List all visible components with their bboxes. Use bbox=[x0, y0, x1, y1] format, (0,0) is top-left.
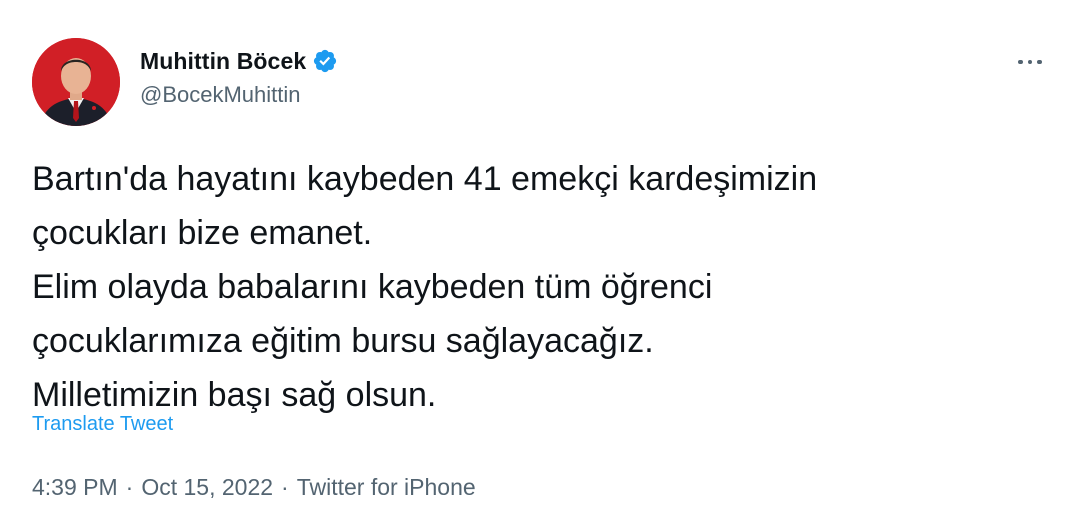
tweet-text: Bartın'da hayatını kaybeden 41 emekçi ka… bbox=[32, 160, 818, 414]
meta-separator: · bbox=[125, 474, 134, 500]
tweet-card: Muhittin Böcek @BocekMuhittin Bartın'da … bbox=[0, 0, 1066, 522]
meta-separator: · bbox=[281, 474, 289, 500]
more-dot bbox=[1018, 59, 1023, 65]
author-name-row: Muhittin Böcek bbox=[140, 44, 338, 78]
tweet-date[interactable]: Oct 15, 2022 bbox=[141, 474, 273, 501]
more-options-icon[interactable] bbox=[1010, 44, 1050, 80]
more-dot bbox=[1027, 59, 1033, 65]
tweet-metadata: 4:39 PM · Oct 15, 2022 · Twitter for iPh… bbox=[32, 474, 476, 501]
verified-badge-icon bbox=[312, 48, 338, 74]
author-display-name[interactable]: Muhittin Böcek bbox=[140, 48, 306, 75]
avatar-image bbox=[32, 38, 120, 126]
avatar[interactable] bbox=[32, 38, 120, 126]
tweet-time[interactable]: 4:39 PM bbox=[32, 474, 118, 501]
tweet-source[interactable]: Twitter for iPhone bbox=[297, 474, 476, 501]
translate-tweet-link[interactable]: Translate Tweet bbox=[32, 413, 173, 436]
author-handle[interactable]: @BocekMuhittin bbox=[140, 82, 301, 108]
more-dot bbox=[1037, 59, 1042, 65]
